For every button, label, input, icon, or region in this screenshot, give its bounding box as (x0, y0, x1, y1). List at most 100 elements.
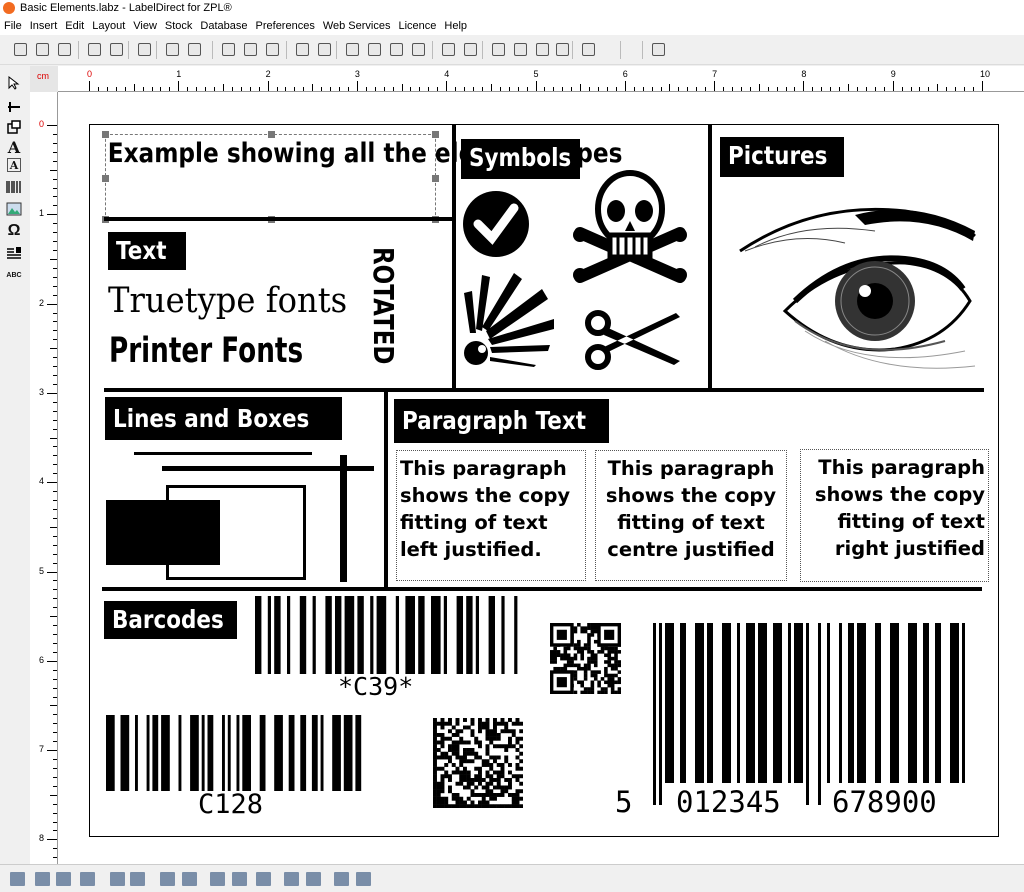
warning-icon[interactable] (580, 41, 597, 58)
divider-line[interactable] (452, 125, 456, 390)
align-bottom-icon[interactable] (130, 872, 145, 886)
open-icon[interactable] (34, 41, 51, 58)
zoom-fit-icon[interactable] (344, 41, 361, 58)
send-back-icon[interactable] (554, 41, 571, 58)
align-top-icon[interactable] (80, 872, 95, 886)
undo-icon[interactable] (294, 41, 311, 58)
filled-box[interactable] (106, 500, 220, 565)
space-h-icon[interactable] (284, 872, 299, 886)
print-icon[interactable] (164, 41, 181, 58)
font-size-icon[interactable] (334, 872, 349, 886)
scissors-symbol-icon[interactable] (584, 309, 682, 371)
menu-stock[interactable]: Stock (161, 17, 197, 35)
skull-crossbones-icon[interactable] (572, 169, 688, 287)
code128-barcode[interactable] (106, 715, 374, 791)
rotated-text[interactable]: ROTATED (367, 247, 400, 367)
divider-line[interactable] (102, 587, 982, 591)
paste-icon[interactable] (264, 41, 281, 58)
save-icon[interactable] (56, 41, 73, 58)
truetype-text[interactable]: Truetype fonts (108, 281, 347, 321)
code39-barcode[interactable] (255, 596, 521, 674)
redo-icon[interactable] (316, 41, 333, 58)
distribute-v-icon[interactable] (182, 872, 197, 886)
symbols-header[interactable]: Symbols (461, 139, 580, 179)
copy-label-icon[interactable] (86, 41, 103, 58)
box-icon[interactable] (5, 118, 23, 136)
paragraph-centre[interactable]: This paragraph shows the copy fitting of… (595, 450, 787, 581)
help-icon[interactable] (650, 41, 667, 58)
checkmark-symbol-icon[interactable] (462, 190, 532, 260)
refresh-icon[interactable] (512, 41, 529, 58)
qr-code[interactable] (550, 623, 621, 694)
divider-line[interactable] (104, 217, 452, 221)
paragraph-left[interactable]: This paragraph shows the copy fitting of… (396, 450, 586, 581)
barcodes-header[interactable]: Barcodes (104, 601, 237, 639)
menu-layout[interactable]: Layout (88, 17, 129, 35)
barcode-icon[interactable] (5, 178, 23, 196)
paragraph-icon[interactable] (5, 244, 23, 262)
upc-barcode[interactable] (653, 623, 973, 805)
menu-view[interactable]: View (129, 17, 161, 35)
cut-icon[interactable] (220, 41, 237, 58)
resize-handle[interactable] (432, 175, 439, 182)
same-height-icon[interactable] (232, 872, 247, 886)
menu-icon[interactable] (356, 872, 371, 886)
symbol-tool-icon[interactable]: Ω (5, 222, 23, 240)
heading-text-element[interactable]: Example showing all the element types (102, 131, 622, 223)
resize-handle[interactable] (432, 131, 439, 138)
template-icon[interactable] (136, 41, 153, 58)
picture-icon[interactable] (5, 200, 23, 218)
align-left-icon[interactable] (10, 872, 25, 886)
explosive-symbol-icon[interactable] (462, 267, 562, 367)
pointer-icon[interactable] (5, 74, 23, 92)
label-design[interactable]: Example showing all the element types Te… (89, 124, 999, 837)
paragraph-right[interactable]: This paragraph shows the copy fitting of… (800, 449, 989, 582)
lines-boxes-header[interactable]: Lines and Boxes (105, 397, 342, 440)
printer-font-icon[interactable]: A (7, 158, 21, 172)
menu-insert[interactable]: Insert (26, 17, 62, 35)
menu-licence[interactable]: Licence (394, 17, 440, 35)
divider-line[interactable] (384, 390, 388, 590)
delete-icon[interactable] (490, 41, 507, 58)
arc-text-tool-icon[interactable]: ABC (5, 266, 23, 284)
group-icon[interactable] (462, 41, 479, 58)
zoom-out-icon[interactable] (410, 41, 427, 58)
align-middle-icon[interactable] (110, 872, 125, 886)
menu-file[interactable]: File (0, 17, 26, 35)
resize-handle[interactable] (102, 131, 109, 138)
resize-handle[interactable] (268, 131, 275, 138)
copy-icon[interactable] (242, 41, 259, 58)
same-width-icon[interactable] (210, 872, 225, 886)
resize-handle[interactable] (102, 175, 109, 182)
vertical-line[interactable] (340, 455, 347, 582)
line-icon[interactable] (5, 98, 23, 116)
eye-picture[interactable] (735, 191, 980, 376)
zoom-100-icon[interactable] (366, 41, 383, 58)
text-tool-icon[interactable]: A (5, 138, 23, 157)
zoom-in-icon[interactable] (388, 41, 405, 58)
divider-line[interactable] (104, 388, 984, 392)
same-size-icon[interactable] (256, 872, 271, 886)
paste-label-icon[interactable] (108, 41, 125, 58)
align-center-icon[interactable] (35, 872, 50, 886)
text-header[interactable]: Text (108, 232, 186, 270)
paragraph-header[interactable]: Paragraph Text (394, 399, 609, 443)
print-preview-icon[interactable] (186, 41, 203, 58)
align-right-icon[interactable] (56, 872, 71, 886)
ruler-tick (374, 87, 376, 91)
distribute-h-icon[interactable] (160, 872, 175, 886)
printer-font-text[interactable]: Printer Fonts (109, 329, 303, 373)
properties-icon[interactable] (440, 41, 457, 58)
new-icon[interactable] (12, 41, 29, 58)
datamatrix-code[interactable] (433, 718, 523, 808)
menu-database[interactable]: Database (196, 17, 251, 35)
horizontal-line[interactable] (134, 452, 312, 455)
menu-preferences[interactable]: Preferences (252, 17, 319, 35)
pictures-header[interactable]: Pictures (720, 137, 844, 177)
menu-edit[interactable]: Edit (61, 17, 88, 35)
space-v-icon[interactable] (306, 872, 321, 886)
bring-front-icon[interactable] (534, 41, 551, 58)
menu-web-services[interactable]: Web Services (319, 17, 395, 35)
menu-help[interactable]: Help (440, 17, 471, 35)
divider-line[interactable] (708, 125, 712, 390)
